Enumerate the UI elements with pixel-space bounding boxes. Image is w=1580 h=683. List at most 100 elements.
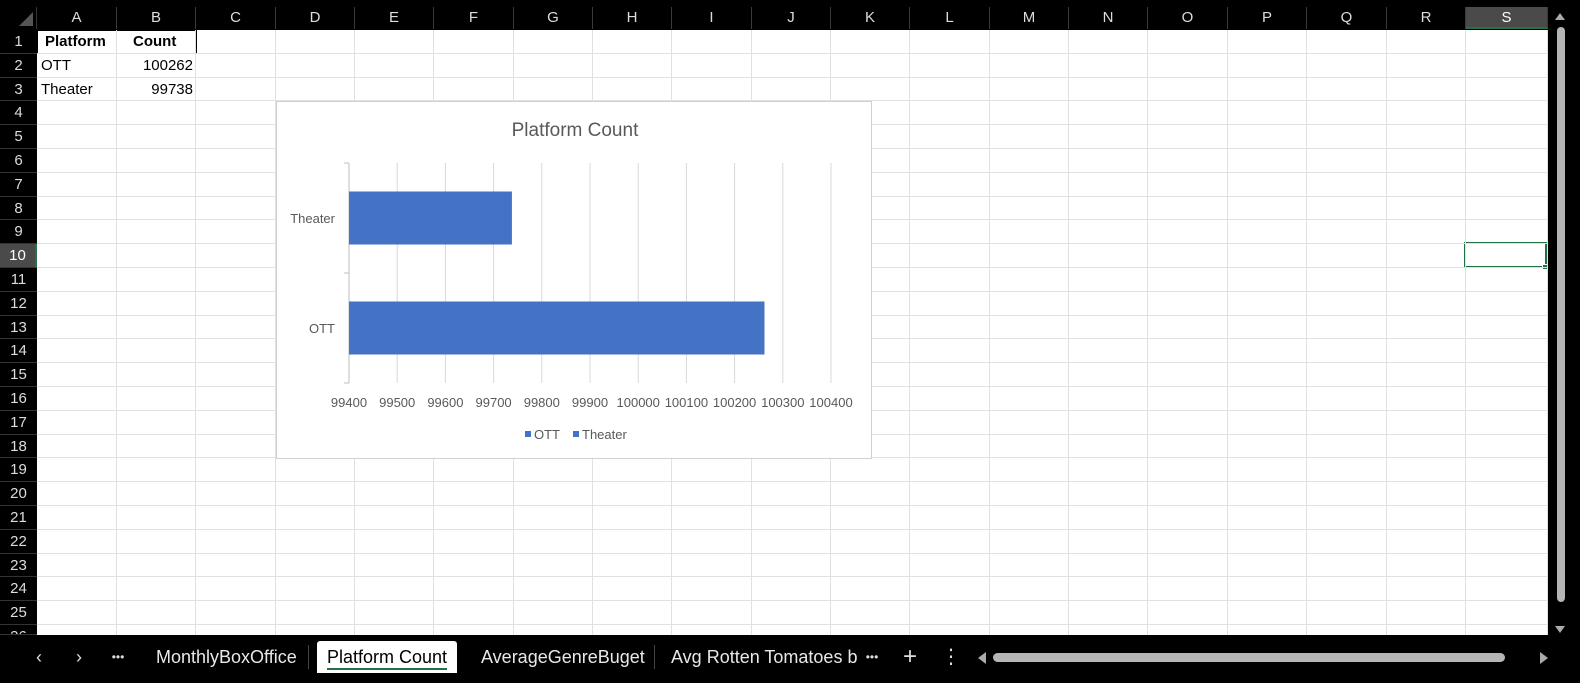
grid-column-line: [116, 30, 117, 635]
row-header-24[interactable]: 24: [0, 577, 37, 602]
row-header-9[interactable]: 9: [0, 220, 37, 245]
active-tab-underline: [327, 668, 448, 670]
scroll-down-arrow-icon[interactable]: [1555, 626, 1565, 633]
grid-row-line: [37, 76, 1548, 78]
more-sheets-right-icon[interactable]: •••: [858, 643, 886, 671]
row-header-11[interactable]: 11: [0, 268, 37, 292]
row-header-2[interactable]: 2: [0, 53, 37, 78]
grid-row-line: [37, 505, 1548, 506]
row-header-26[interactable]: 26: [0, 625, 37, 635]
column-header-j[interactable]: J: [752, 7, 831, 29]
tab-averagegenrebuget[interactable]: AverageGenreBuget: [471, 641, 655, 673]
column-header-a[interactable]: A: [37, 7, 117, 29]
column-header-k[interactable]: K: [831, 7, 910, 29]
grid-column-line: [1465, 30, 1466, 635]
column-header-c[interactable]: C: [196, 7, 276, 29]
chart-svg: Platform Count 99400 99500 99600 99700 99800 9…: [290, 120, 853, 442]
chart-x-tick-label: 99600: [427, 395, 463, 410]
row-header-23[interactable]: 23: [0, 553, 37, 578]
cell-B2[interactable]: 100262: [117, 54, 193, 77]
row-header-5[interactable]: 5: [0, 125, 37, 149]
chart-x-tick-label: 100300: [761, 395, 804, 410]
prev-sheet-icon[interactable]: ‹: [28, 643, 50, 671]
column-header-l[interactable]: L: [910, 7, 990, 29]
column-header-e[interactable]: E: [355, 7, 434, 29]
column-header-h[interactable]: H: [593, 7, 672, 29]
column-header-n[interactable]: N: [1069, 7, 1148, 29]
row-header-6[interactable]: 6: [0, 149, 37, 173]
active-cell-S10[interactable]: [1464, 242, 1547, 268]
row-header-18[interactable]: 18: [0, 434, 37, 459]
vertical-scrollbar[interactable]: [1552, 7, 1568, 635]
chart-x-tick-label: 99400: [331, 395, 367, 410]
column-header-b[interactable]: B: [117, 7, 196, 29]
row-header-15[interactable]: 15: [0, 363, 37, 387]
row-header-1[interactable]: 1: [0, 30, 37, 54]
scroll-left-arrow-icon[interactable]: [978, 652, 986, 664]
row-header-21[interactable]: 21: [0, 506, 37, 530]
spreadsheet: ABCDEFGHIJKLMNOPQRS 1 2 3 4 5 6 7 8 9 10 11 12 13 14 1…: [0, 0, 1580, 683]
horizontal-scrollbar[interactable]: [975, 647, 1552, 667]
row-header-16[interactable]: 16: [0, 387, 37, 411]
column-header-d[interactable]: D: [276, 7, 355, 29]
add-sheet-icon[interactable]: +: [898, 643, 922, 671]
sheet-tab-bar: ‹ › ••• MonthlyBoxOffice Platform Count …: [0, 635, 1580, 683]
row-header-7[interactable]: 7: [0, 172, 37, 197]
vertical-scroll-thumb[interactable]: [1557, 27, 1565, 602]
select-all-button[interactable]: [0, 7, 37, 29]
column-header-g[interactable]: G: [514, 7, 593, 29]
chart-title: Platform Count: [512, 120, 639, 141]
row-header-19[interactable]: 19: [0, 458, 37, 483]
cell-A3[interactable]: Theater: [41, 78, 93, 101]
chart-x-tick-label: 99700: [476, 395, 512, 410]
cell-B1[interactable]: Count: [133, 30, 176, 53]
grid-row-line: [37, 624, 1548, 625]
column-header-p[interactable]: P: [1228, 7, 1307, 29]
tab-monthlyboxoffice[interactable]: MonthlyBoxOffice: [146, 641, 307, 673]
scroll-up-arrow-icon[interactable]: [1555, 13, 1565, 20]
row-header-17[interactable]: 17: [0, 410, 37, 435]
horizontal-scroll-thumb[interactable]: [993, 653, 1505, 662]
column-header-r[interactable]: R: [1387, 7, 1466, 29]
row-header-12[interactable]: 12: [0, 291, 37, 316]
row-header-4[interactable]: 4: [0, 101, 37, 126]
grid-column-line: [1068, 30, 1069, 635]
more-sheets-left-icon[interactable]: •••: [104, 643, 132, 671]
chart-category-label: OTT: [309, 321, 335, 336]
platform-count-chart[interactable]: Platform Count 99400 99500 99600 99700 99800 9…: [276, 101, 872, 459]
chart-legend-swatch: [525, 431, 531, 437]
row-header-22[interactable]: 22: [0, 529, 37, 554]
row-header-3[interactable]: 3: [0, 77, 37, 102]
grid-column-line: [1227, 30, 1228, 635]
grid-row-line: [37, 576, 1548, 578]
column-header-s[interactable]: S: [1466, 7, 1548, 29]
cell-A2[interactable]: OTT: [41, 54, 71, 77]
column-header-f[interactable]: F: [434, 7, 514, 29]
tab-platform-count[interactable]: Platform Count: [317, 641, 458, 673]
column-header-o[interactable]: O: [1148, 7, 1228, 29]
chart-legend-label: OTT: [534, 427, 560, 442]
grid-column-line: [989, 30, 990, 635]
chart-x-tick-label: 100100: [665, 395, 708, 410]
row-header-25[interactable]: 25: [0, 601, 37, 625]
grid-row-line: [37, 600, 1548, 602]
row-header-10[interactable]: 10: [0, 244, 37, 268]
cell-B3[interactable]: 99738: [117, 78, 193, 101]
row-header-20[interactable]: 20: [0, 482, 37, 506]
tab-avg-rotten-tomatoes[interactable]: Avg Rotten Tomatoes b: [661, 641, 867, 673]
column-header-m[interactable]: M: [990, 7, 1069, 29]
row-header-8[interactable]: 8: [0, 196, 37, 221]
column-header-i[interactable]: I: [672, 7, 752, 29]
grid-column-line: [1147, 30, 1148, 635]
grid-column-line: [1386, 30, 1387, 635]
scroll-right-arrow-icon[interactable]: [1540, 652, 1548, 664]
grid-row-line: [37, 481, 1548, 483]
cell-A1[interactable]: Platform: [45, 30, 106, 53]
sheet-options-icon[interactable]: ⋮: [940, 643, 962, 671]
column-header-q[interactable]: Q: [1307, 7, 1387, 29]
next-sheet-icon[interactable]: ›: [68, 643, 90, 671]
select-all-triangle-icon: [19, 12, 33, 26]
row-header-14[interactable]: 14: [0, 339, 37, 364]
row-header-13[interactable]: 13: [0, 315, 37, 340]
chart-x-tick-label: 100000: [617, 395, 660, 410]
